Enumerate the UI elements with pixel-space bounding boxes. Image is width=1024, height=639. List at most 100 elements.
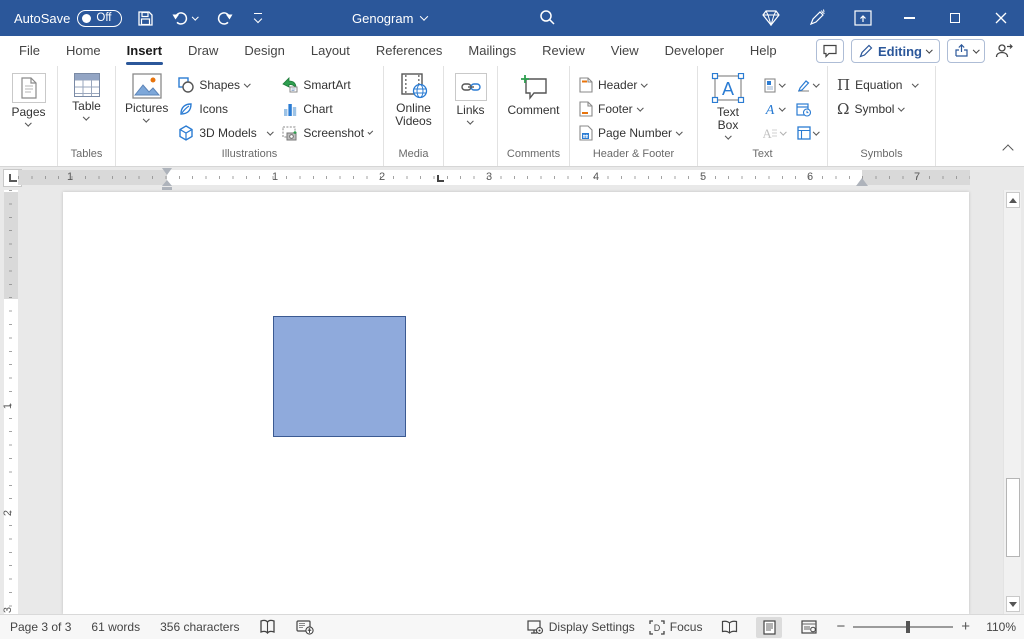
screenshot-dropdown-icon (368, 129, 374, 135)
document-title[interactable]: Genogram (352, 0, 427, 36)
editing-mode-button[interactable]: Editing (851, 39, 940, 63)
print-layout-button[interactable] (756, 617, 782, 638)
signature-line-dropdown-icon[interactable] (813, 80, 819, 86)
footer-dropdown-icon (637, 104, 643, 110)
autosave-switch[interactable]: Off (77, 10, 121, 27)
tab-view[interactable]: View (598, 36, 652, 66)
object-icon[interactable] (797, 126, 811, 140)
group-label-comments: Comments (498, 146, 569, 166)
signature-line-icon[interactable] (796, 78, 811, 93)
accessibility-checker-icon[interactable] (296, 620, 314, 635)
tab-layout[interactable]: Layout (298, 36, 363, 66)
tab-stop-marker[interactable] (437, 175, 444, 182)
character-count[interactable]: 356 characters (160, 620, 239, 634)
smartart-button[interactable]: SmartArt (277, 74, 377, 96)
web-layout-button[interactable] (796, 617, 822, 638)
scrollbar-thumb[interactable] (1006, 478, 1020, 557)
ruler-row: 1 1 2 3 4 5 6 7 (0, 167, 1024, 190)
share-button[interactable] (947, 39, 986, 63)
pages-button[interactable]: Pages (6, 70, 50, 130)
minimize-button[interactable] (886, 0, 932, 36)
equation-button[interactable]: Π Equation (832, 74, 930, 96)
symbol-button[interactable]: Ω Symbol (832, 98, 930, 120)
maximize-button[interactable] (932, 0, 978, 36)
read-mode-button[interactable] (716, 617, 742, 638)
links-button[interactable]: Links (450, 70, 492, 128)
symbol-dropdown-icon (899, 104, 905, 110)
shapes-button[interactable]: Shapes (173, 74, 277, 96)
undo-dropdown-icon[interactable] (192, 13, 198, 19)
customize-quick-access-icon[interactable] (248, 8, 268, 28)
svg-text:A: A (722, 79, 734, 99)
tab-help[interactable]: Help (737, 36, 790, 66)
pages-dropdown-icon (25, 120, 31, 126)
header-button[interactable]: Header (574, 74, 692, 96)
date-time-icon[interactable] (796, 102, 811, 117)
tab-draw[interactable]: Draw (175, 36, 231, 66)
horizontal-ruler[interactable]: 1 1 2 3 4 5 6 7 (18, 170, 970, 185)
zoom-in-button[interactable]: + (961, 622, 970, 632)
vertical-scrollbar[interactable] (1003, 190, 1021, 614)
tab-review[interactable]: Review (529, 36, 598, 66)
tab-references[interactable]: References (363, 36, 455, 66)
tab-developer[interactable]: Developer (652, 36, 737, 66)
share-contact-icon[interactable] (992, 43, 1016, 59)
vertical-ruler[interactable]: 1 2 3 (4, 190, 18, 614)
word-count[interactable]: 61 words (91, 620, 140, 634)
quick-parts-icon[interactable] (763, 78, 777, 93)
drop-cap-icon[interactable]: A (763, 126, 778, 141)
scroll-down-button[interactable] (1006, 596, 1020, 612)
table-button[interactable]: Table (67, 70, 106, 124)
save-icon[interactable] (136, 8, 156, 28)
tab-home[interactable]: Home (53, 36, 114, 66)
new-comment-button[interactable]: Comment (502, 70, 564, 120)
zoom-out-button[interactable]: − (836, 622, 845, 632)
display-settings-button[interactable]: Display Settings (527, 620, 635, 635)
comments-button[interactable] (816, 39, 844, 63)
inserted-rectangle-shape[interactable] (273, 316, 406, 437)
ribbon-display-options-icon[interactable] (840, 0, 886, 36)
focus-mode-button[interactable]: D Focus (649, 620, 703, 635)
zoom-slider[interactable] (853, 626, 953, 628)
redo-icon[interactable] (214, 8, 234, 28)
quick-parts-dropdown-icon[interactable] (779, 80, 785, 86)
tab-mailings[interactable]: Mailings (455, 36, 529, 66)
table-icon (74, 73, 100, 97)
right-indent-marker[interactable] (856, 178, 868, 186)
equation-dropdown-icon (913, 80, 919, 86)
online-videos-button[interactable]: Online Videos (388, 70, 439, 131)
autosave-label: AutoSave (14, 11, 70, 26)
footer-button[interactable]: Footer (574, 98, 692, 120)
text-box-button[interactable]: A Text Box (702, 70, 754, 143)
wordart-dropdown-icon[interactable] (779, 104, 785, 110)
search-icon[interactable] (538, 8, 556, 26)
pictures-button[interactable]: Pictures (120, 70, 173, 126)
tab-insert[interactable]: Insert (114, 36, 175, 66)
tab-file[interactable]: File (6, 36, 53, 66)
pictures-icon (132, 73, 162, 99)
icons-button[interactable]: Icons (173, 98, 277, 120)
autosave-toggle[interactable]: AutoSave Off (14, 10, 122, 27)
first-line-indent-marker[interactable] (162, 168, 172, 175)
feedback-pen-icon[interactable] (794, 0, 840, 36)
text-box-dropdown-icon (725, 133, 731, 139)
chart-button[interactable]: Chart (277, 98, 377, 120)
document-page[interactable] (63, 192, 969, 614)
3d-models-button[interactable]: 3D Models (173, 122, 277, 144)
group-symbols: Π Equation Ω Symbol Symbols (828, 66, 936, 166)
drop-cap-dropdown-icon[interactable] (780, 128, 786, 134)
page-indicator[interactable]: Page 3 of 3 (10, 620, 71, 634)
scroll-up-button[interactable] (1006, 192, 1020, 208)
object-dropdown-icon[interactable] (813, 128, 819, 134)
screenshot-button[interactable]: Screenshot (277, 122, 377, 144)
zoom-slider-thumb[interactable] (906, 621, 910, 633)
proofing-errors-icon[interactable] (259, 619, 276, 635)
close-button[interactable] (978, 0, 1024, 36)
premium-diamond-icon[interactable] (748, 0, 794, 36)
page-number-button[interactable]: Page Number (574, 122, 692, 144)
wordart-icon[interactable]: A (763, 102, 777, 117)
undo-icon[interactable] (170, 8, 200, 28)
ribbon-tab-row: File Home Insert Draw Design Layout Refe… (0, 36, 1024, 66)
zoom-level[interactable]: 110% (984, 620, 1016, 634)
tab-design[interactable]: Design (231, 36, 297, 66)
